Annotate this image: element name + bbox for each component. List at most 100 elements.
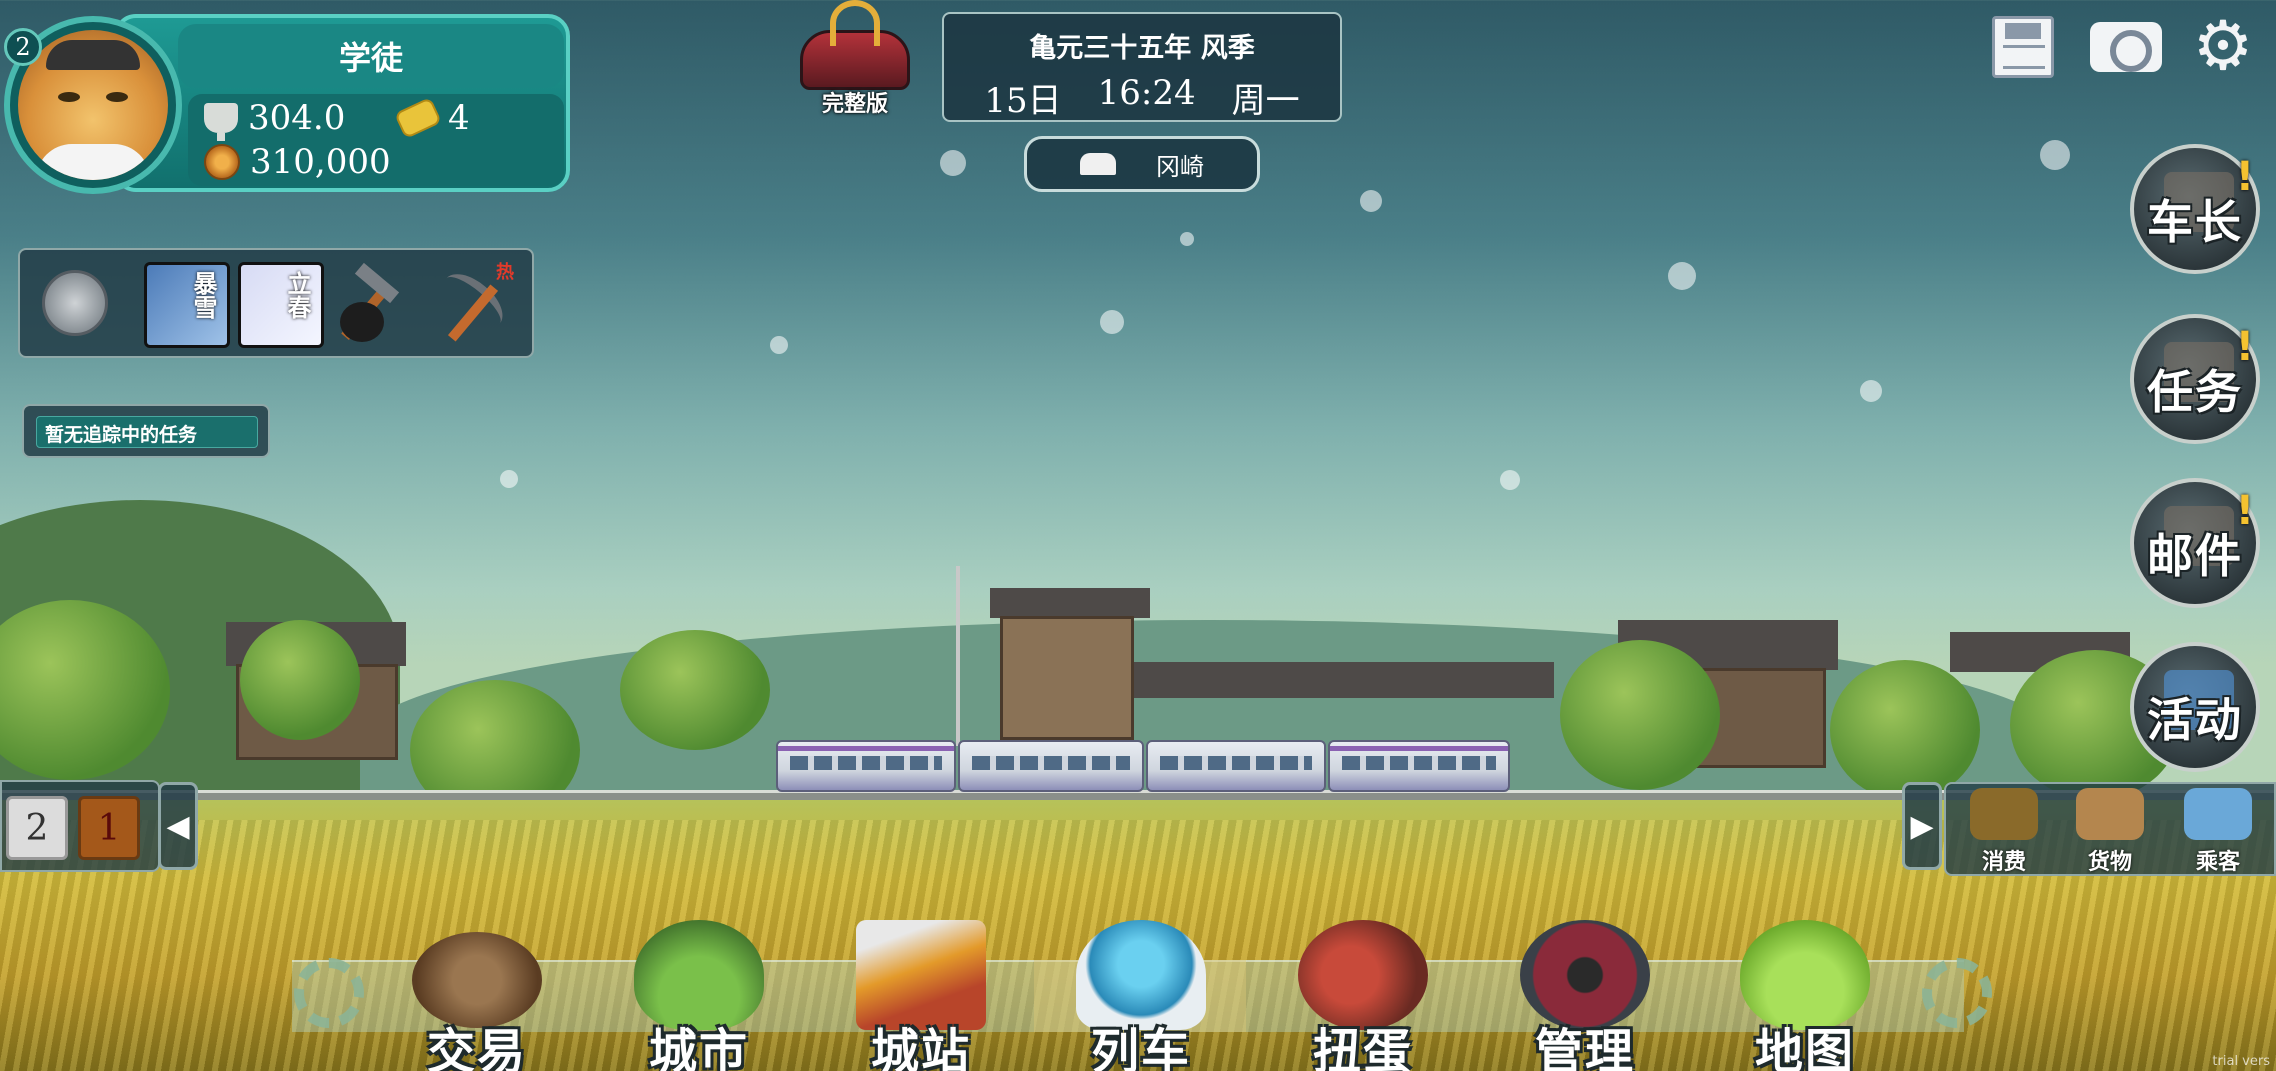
nav-management[interactable]: 管理 — [1500, 920, 1670, 1071]
nav-management-label: 管理 — [1534, 1024, 1635, 1071]
car-selector: 2 1 — [0, 780, 160, 872]
calendar-day: 15日 — [984, 81, 1062, 121]
train-car — [1328, 740, 1510, 792]
helmet-crest-icon — [830, 0, 880, 46]
trophy-icon — [204, 103, 238, 141]
edition-label: 完整版 — [821, 92, 888, 117]
conductor-label: 车长 — [2147, 195, 2243, 249]
tree — [620, 630, 770, 750]
snowflake — [1100, 310, 1124, 334]
conductor-button[interactable]: ! 车长 — [2130, 144, 2260, 274]
snowflake — [1500, 470, 1520, 490]
watermark: trial vers — [2212, 1054, 2270, 1069]
tree — [240, 620, 360, 740]
expand-right-button[interactable]: ▶ — [1902, 782, 1942, 870]
tasks-button[interactable]: ! 任务 — [2130, 314, 2260, 444]
trophy-score: 304.0 — [248, 98, 346, 138]
nav-city[interactable]: 城市 — [614, 920, 784, 1071]
train-car — [1146, 740, 1326, 792]
hot-tag: 热 — [496, 262, 514, 283]
save-icon[interactable] — [1992, 16, 2054, 78]
tree — [1830, 660, 1980, 800]
nav-station[interactable]: 城站 — [836, 920, 1006, 1071]
nav-map-label: 地图 — [1754, 1024, 1855, 1071]
nav-train[interactable]: 列车 — [1056, 920, 1226, 1071]
collapse-left-button[interactable]: ◀ — [158, 782, 198, 870]
camera-icon[interactable] — [2090, 22, 2162, 72]
snowflake — [500, 470, 518, 488]
snowflake — [940, 150, 966, 176]
mail-label: 邮件 — [2147, 529, 2243, 583]
demand-panel: 消费 货物 乘客 — [1944, 782, 2276, 876]
calendar-clock: 16:24 — [1097, 73, 1196, 113]
player-profile-panel[interactable]: 2 学徒 304.0 4 310,000 — [4, 8, 572, 194]
events-button[interactable]: 活动 — [2130, 642, 2260, 772]
moon-icon[interactable] — [42, 270, 108, 336]
snowflake — [1668, 262, 1696, 290]
cargo-box-icon — [2076, 788, 2144, 840]
blizzard-card[interactable]: 暴雪 — [144, 262, 230, 348]
events-label: 活动 — [2147, 693, 2243, 747]
weather-tools-panel: 暴雪 立春 热 — [18, 248, 534, 358]
conductor-cap — [46, 40, 140, 70]
nav-station-label: 城站 — [870, 1024, 971, 1071]
platform-roof — [1134, 662, 1554, 698]
nav-trade[interactable]: 交易 — [392, 920, 562, 1071]
decorative-gear-icon — [294, 958, 364, 1028]
hammer-icon[interactable] — [330, 262, 416, 348]
snowflake — [1360, 190, 1382, 212]
player-rank: 学徒 — [178, 24, 564, 88]
avatar-shirt — [36, 144, 150, 180]
calendar-time-row: 15日 16:24 周一 — [944, 73, 1340, 122]
train-car — [958, 740, 1144, 792]
decorative-gear-icon — [1922, 958, 1992, 1028]
money-bag-icon — [1970, 788, 2038, 840]
ticket-stat: 4 — [393, 96, 470, 140]
train-car — [776, 740, 956, 792]
station-icon — [1080, 153, 1116, 175]
task-tracker-text: 暂无追踪中的任务 — [36, 416, 258, 448]
calendar-panel[interactable]: 亀元三十五年 风季 15日 16:24 周一 — [942, 12, 1342, 122]
nav-train-label: 列车 — [1090, 1024, 1191, 1071]
consumption-label: 消费 — [1981, 849, 2026, 875]
passenger-seat-icon — [2184, 788, 2252, 840]
mail-button[interactable]: ! 邮件 — [2130, 478, 2260, 608]
calendar-weekday: 周一 — [1231, 81, 1300, 121]
consumption-button[interactable]: 消费 — [1954, 788, 2054, 875]
snowflake — [1860, 380, 1882, 402]
current-city-name: 冈崎 — [1156, 152, 1204, 181]
ticket-icon — [393, 96, 443, 140]
avatar-eye — [106, 92, 128, 102]
level-badge: 2 — [4, 28, 42, 66]
car-slot-2[interactable]: 2 — [6, 796, 68, 860]
calendar-era: 亀元三十五年 风季 — [1029, 33, 1255, 64]
snowflake — [770, 336, 788, 354]
passenger-label: 乘客 — [2195, 849, 2240, 875]
trophy-stat: 304.0 — [204, 98, 346, 141]
passenger-button[interactable]: 乘客 — [2168, 788, 2268, 875]
nav-city-label: 城市 — [648, 1024, 749, 1071]
avatar-eye — [58, 92, 80, 102]
spring-card[interactable]: 立春 — [238, 262, 324, 348]
ticket-count: 4 — [448, 98, 470, 138]
snowflake — [2040, 140, 2070, 170]
gear-icon[interactable]: ⚙ — [2192, 13, 2254, 81]
coin-icon — [204, 144, 240, 180]
cargo-label: 货物 — [2087, 849, 2132, 875]
station-roof — [990, 588, 1150, 618]
tasks-label: 任务 — [2147, 365, 2243, 419]
nav-map[interactable]: 地图 — [1720, 920, 1890, 1071]
cargo-button[interactable]: 货物 — [2060, 788, 2160, 875]
koinobori-pole — [956, 566, 960, 746]
coin-count: 310,000 — [250, 142, 391, 182]
coin-stat: 310,000 — [204, 142, 391, 182]
car-slot-1[interactable]: 1 — [78, 796, 140, 860]
nav-gacha[interactable]: 扭蛋 — [1278, 920, 1448, 1071]
task-tracker[interactable]: 暂无追踪中的任务 — [22, 404, 270, 458]
nav-trade-label: 交易 — [426, 1024, 527, 1071]
full-edition-button[interactable]: 完整版 — [790, 0, 920, 118]
current-city-button[interactable]: 冈崎 — [1024, 136, 1260, 192]
tree — [1560, 640, 1720, 790]
station-building — [1000, 616, 1134, 740]
nav-gacha-label: 扭蛋 — [1312, 1024, 1413, 1071]
